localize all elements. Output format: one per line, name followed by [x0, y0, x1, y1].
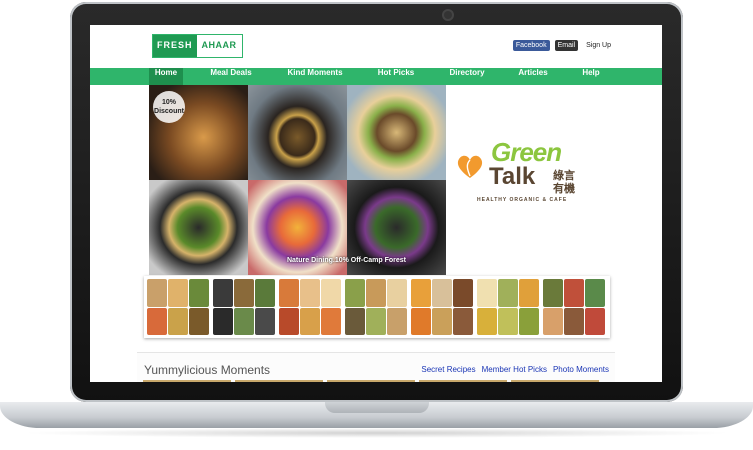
thumbnail-strip [144, 276, 610, 338]
camera-icon [444, 11, 452, 19]
thumb-group-6[interactable] [477, 279, 539, 335]
nav-meal-deals[interactable]: Meal Deals [203, 68, 259, 85]
moment-thumb[interactable] [143, 380, 231, 382]
link-member-hot-picks[interactable]: Member Hot Picks [482, 365, 547, 374]
green-talk-logo[interactable]: Green Talk 綠言 有機 HEALTHY ORGANIC & CAFE [455, 137, 595, 217]
logo-fresh: FRESH [153, 35, 197, 57]
thumb-group-5[interactable] [411, 279, 473, 335]
moment-thumb[interactable] [235, 380, 323, 382]
nav-kind-moments[interactable]: Kind Moments [282, 68, 348, 85]
nav-hot-picks[interactable]: Hot Picks [372, 68, 420, 85]
top-buttons: Facebook Email Sign Up [512, 40, 614, 51]
thumb-group-1[interactable] [147, 279, 209, 335]
hero-banner[interactable]: 10% Discount Nature Dining.10% Off-Camp … [149, 85, 446, 275]
hero-caption: Nature Dining.10% Off-Camp Forest [286, 257, 406, 264]
hero-tile-burger-1 [248, 85, 347, 180]
discount-badge: 10% Discount [153, 91, 185, 123]
heart-leaf-icon [457, 155, 483, 178]
link-photo-moments[interactable]: Photo Moments [553, 365, 609, 374]
hero-tile-burger-3 [149, 180, 248, 275]
moment-thumb[interactable] [327, 380, 415, 382]
signup-link[interactable]: Sign Up [583, 40, 614, 51]
moments-title: Yummylicious Moments [144, 363, 271, 377]
laptop-notch [325, 402, 429, 413]
facebook-button[interactable]: Facebook [512, 40, 550, 51]
thumb-group-7[interactable] [543, 279, 605, 335]
brand-chinese-2: 有機 [553, 182, 575, 195]
moment-thumb[interactable] [511, 380, 599, 382]
brand-word-talk: Talk [489, 163, 536, 190]
moment-thumb[interactable] [419, 380, 507, 382]
laptop-shadow [20, 428, 733, 438]
hero-tile-fries: 10% Discount [149, 85, 248, 180]
hero-tile-burger-2 [347, 85, 446, 180]
thumb-group-2[interactable] [213, 279, 275, 335]
nav-directory[interactable]: Directory [442, 68, 492, 85]
link-secret-recipes[interactable]: Secret Recipes [421, 365, 475, 374]
moments-thumbnails [137, 380, 621, 382]
thumb-group-3[interactable] [279, 279, 341, 335]
laptop-base [0, 402, 753, 428]
moments-section: Yummylicious Moments Secret Recipes Memb… [137, 352, 615, 382]
site-logo[interactable]: FRESH AHAAR [152, 34, 243, 58]
logo-ahaar: AHAAR [196, 35, 242, 57]
moments-links: Secret Recipes Member Hot Picks Photo Mo… [421, 365, 609, 374]
nav-home[interactable]: Home [149, 68, 183, 85]
email-button[interactable]: Email [554, 40, 579, 51]
nav-help[interactable]: Help [574, 68, 608, 85]
brand-subtitle: HEALTHY ORGANIC & CAFE [477, 197, 568, 203]
browser-screen: FRESH AHAAR Facebook Email Sign Up Home … [90, 25, 662, 382]
thumb-group-4[interactable] [345, 279, 407, 335]
main-nav: Home Meal Deals Kind Moments Hot Picks D… [90, 68, 662, 85]
nav-articles[interactable]: Articles [513, 68, 553, 85]
